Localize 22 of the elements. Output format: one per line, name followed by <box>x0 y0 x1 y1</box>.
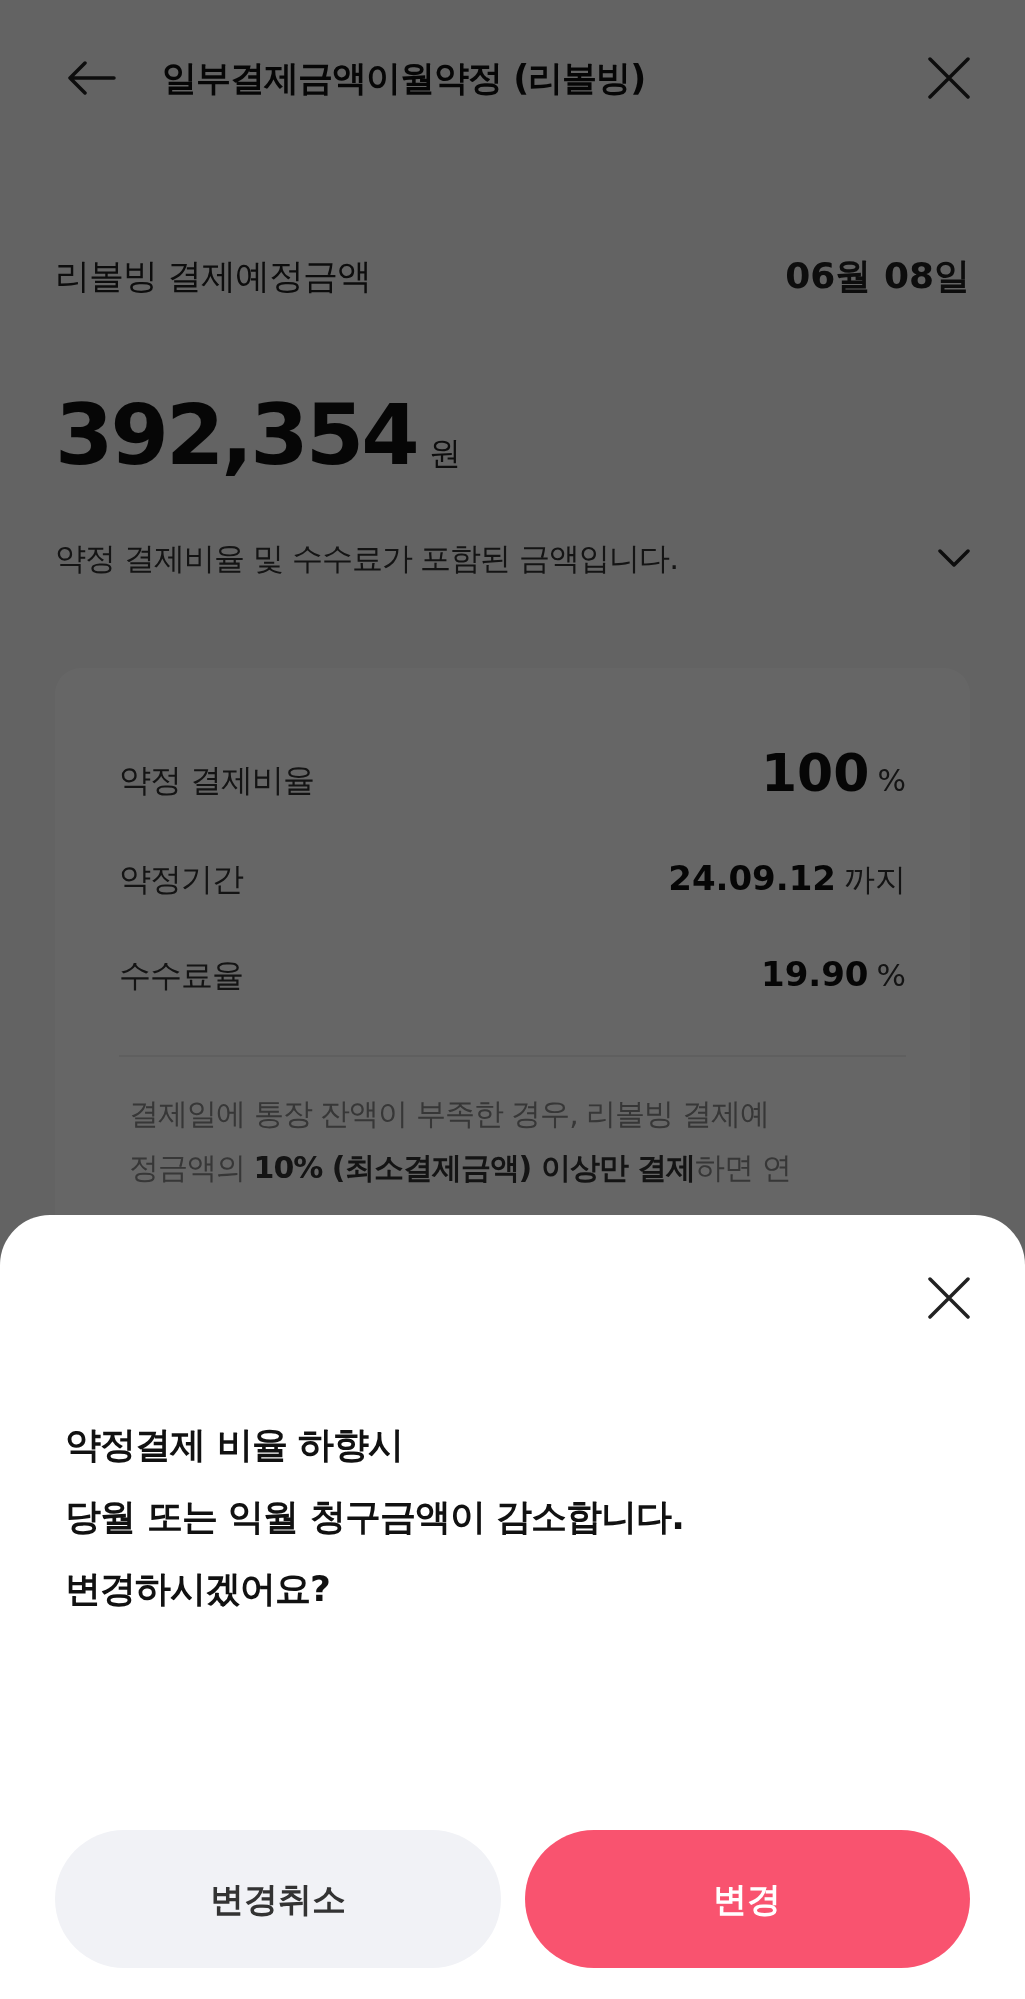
chevron-down-icon[interactable] <box>938 549 970 567</box>
cancel-button[interactable]: 변경취소 <box>55 1830 501 1968</box>
amount-label: 리볼빙 결제예정금액 <box>55 255 372 298</box>
detail-unit: 까지 <box>844 860 906 899</box>
detail-value: 24.09.12 <box>668 857 836 900</box>
page-title: 일부결제금액이월약정 (리볼빙) <box>162 56 647 100</box>
amount-value: 392,354 <box>55 385 417 485</box>
due-date: 06월 08일 <box>785 254 970 298</box>
detail-label: 수수료율 <box>119 955 243 996</box>
currency-unit: 원 <box>428 433 461 474</box>
detail-value: 19.90 <box>761 953 869 996</box>
dialog-message: 약정결제 비율 하향시 <box>65 1423 405 1467</box>
detail-label: 약정 결제비율 <box>119 760 315 801</box>
detail-value: 100 <box>760 742 870 805</box>
close-icon[interactable] <box>928 1277 970 1319</box>
dialog-message: 변경하시겠어요? <box>65 1567 331 1611</box>
detail-unit: % <box>877 762 906 800</box>
detail-label: 약정기간 <box>119 859 243 900</box>
back-arrow-icon[interactable] <box>68 61 116 95</box>
amount-note: 약정 결제비율 및 수수료가 포함된 금액입니다. <box>55 539 679 578</box>
dialog-message: 당월 또는 익월 청구금액이 감소합니다. <box>65 1495 685 1539</box>
detail-unit: % <box>876 956 906 995</box>
